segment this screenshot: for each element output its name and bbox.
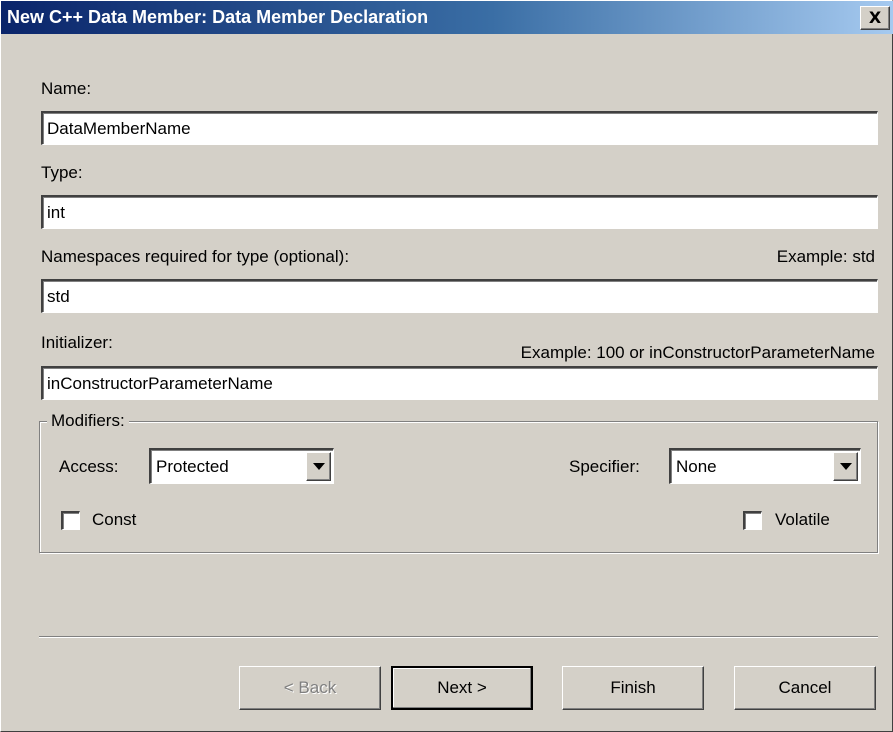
next-button[interactable]: Next >	[391, 666, 533, 710]
namespaces-example: Example: std	[776, 247, 875, 266]
initializer-example: Example: 100 or inConstructorParameterNa…	[520, 343, 875, 362]
modifiers-group-title: Modifiers:	[47, 411, 129, 431]
cancel-button[interactable]: Cancel	[734, 666, 876, 710]
close-button[interactable]: X	[860, 6, 890, 30]
namespaces-input[interactable]: std	[41, 279, 878, 313]
type-label: Type:	[41, 163, 83, 182]
window-title: New C++ Data Member: Data Member Declara…	[7, 7, 429, 27]
access-label: Access:	[59, 457, 119, 476]
name-label: Name:	[41, 79, 92, 98]
footer-separator	[39, 636, 878, 638]
chevron-down-icon[interactable]	[833, 452, 858, 481]
namespaces-label: Namespaces required for type (optional):	[41, 247, 350, 266]
specifier-label: Specifier:	[569, 457, 640, 476]
const-checkbox[interactable]	[61, 511, 80, 530]
access-selected-value: Protected	[156, 457, 229, 476]
const-label[interactable]: Const	[92, 510, 136, 530]
volatile-checkbox[interactable]	[743, 511, 762, 530]
specifier-dropdown[interactable]: None	[669, 448, 861, 484]
volatile-label[interactable]: Volatile	[775, 510, 830, 530]
dialog-window: New C++ Data Member: Data Member Declara…	[0, 0, 893, 732]
chevron-down-icon[interactable]	[306, 452, 331, 481]
back-button[interactable]: < Back	[239, 666, 381, 710]
type-input[interactable]: int	[41, 195, 878, 229]
modifiers-groupbox	[39, 421, 878, 553]
access-dropdown[interactable]: Protected	[149, 448, 334, 484]
name-input[interactable]: DataMemberName	[41, 111, 878, 145]
initializer-label: Initializer:	[41, 333, 113, 352]
title-bar[interactable]: New C++ Data Member: Data Member Declara…	[1, 1, 893, 34]
initializer-input[interactable]: inConstructorParameterName	[41, 366, 878, 400]
close-icon: X	[868, 8, 882, 27]
specifier-selected-value: None	[676, 457, 717, 476]
finish-button[interactable]: Finish	[562, 666, 704, 710]
